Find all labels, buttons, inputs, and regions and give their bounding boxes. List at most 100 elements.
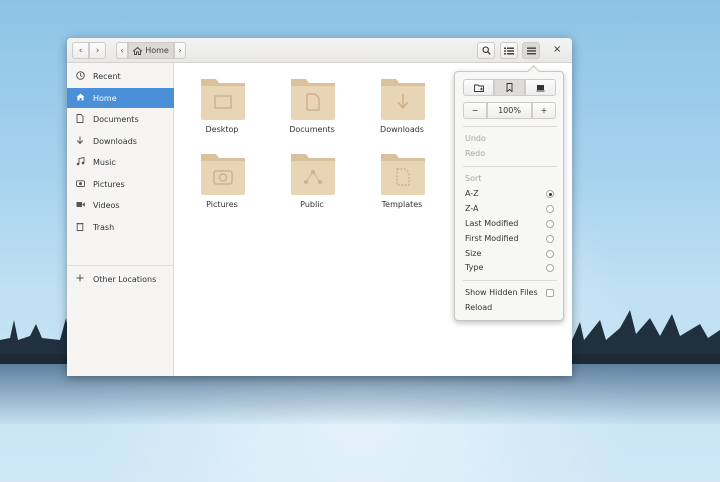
new-folder-icon [473,84,484,92]
path-scroll-left-button[interactable]: ‹ [116,42,128,59]
undo-item[interactable]: Undo [465,134,555,143]
folder-label: Desktop [205,125,239,134]
sort-z-a-radio[interactable] [546,205,554,213]
folder-label: Templates [381,200,423,209]
new-folder-button[interactable] [463,79,494,96]
template-emblem-icon [381,154,425,195]
zoom-in-button[interactable]: + [532,102,556,119]
view-options-popover: − 100% + Undo Redo Sort A-Z Z-A Last Mod… [454,71,564,321]
sidebar-item-recent[interactable]: Recent [67,66,174,86]
sidebar-separator [67,265,174,266]
hamburger-menu-icon [526,47,536,54]
menu-separator [463,166,557,167]
properties-icon [536,84,545,91]
share-emblem-icon [291,154,335,195]
folder-label: Pictures [206,200,238,209]
sidebar: Recent Home Documents Downloads Music Pi… [67,63,174,376]
sidebar-item-music[interactable]: Music [67,152,174,172]
sort-heading: Sort [465,174,482,183]
folder-item[interactable]: Desktop [187,75,257,137]
sidebar-item-downloads[interactable]: Downloads [67,131,174,151]
sort-a-z-radio[interactable] [546,190,554,198]
show-hidden-files-item[interactable]: Show Hidden Files [465,288,555,297]
sidebar-item-label: Pictures [93,179,125,189]
sidebar-item-label: Documents [93,114,139,124]
menu-separator [463,280,557,281]
sort-last-modified-radio[interactable] [546,220,554,228]
chevron-right-icon: › [178,46,182,55]
path-home-label: Home [145,46,169,55]
home-icon [133,46,143,55]
trash-icon [74,222,86,233]
path-bar: ‹ Home › [116,42,186,59]
close-button[interactable]: × [553,44,561,55]
header-bar: ‹ › ‹ Home › × [67,38,572,63]
sort-size-radio[interactable] [546,250,554,258]
camera-emblem-icon [201,154,245,195]
close-icon: × [553,44,562,55]
download-icon [74,136,86,147]
folder-label: Downloads [380,125,424,134]
back-icon: ‹ [78,45,83,56]
camera-icon [74,179,86,189]
back-button[interactable]: ‹ [72,42,89,59]
document-icon [74,113,86,125]
sidebar-item-label: Recent [93,71,121,81]
music-icon [74,156,86,168]
new-items-row [463,79,556,96]
zoom-row: − 100% + [463,102,556,119]
folder-label: Public [300,200,324,209]
home-icon [74,93,86,103]
zoom-out-button[interactable]: − [463,102,487,119]
list-view-icon [504,47,514,54]
sort-option-a-z[interactable]: A-Z [465,189,555,198]
redo-item[interactable]: Redo [465,149,555,158]
view-toggle-button[interactable] [500,42,518,59]
sidebar-item-documents[interactable]: Documents [67,109,174,129]
folder-item[interactable]: Documents [277,75,347,137]
zoom-reset-button[interactable]: 100% [487,102,532,119]
sort-option-z-a[interactable]: Z-A [465,204,555,213]
sidebar-item-label: Home [93,93,117,103]
reload-item[interactable]: Reload [465,303,555,312]
sidebar-item-trash[interactable]: Trash [67,217,174,237]
chevron-left-icon: ‹ [120,46,124,55]
folder-item[interactable]: Downloads [367,75,437,137]
sidebar-item-videos[interactable]: Videos [67,195,174,215]
forward-icon: › [95,45,100,56]
clock-icon [74,70,86,82]
search-icon [481,46,491,55]
folder-item[interactable]: Public [277,150,347,212]
menu-button[interactable] [522,42,540,59]
zoom-in-icon: + [540,106,548,115]
sidebar-item-label: Videos [93,200,120,210]
path-scroll-right-button[interactable]: › [174,42,186,59]
zoom-out-icon: − [471,106,479,115]
open-terminal-button[interactable] [525,79,556,96]
zoom-level: 100% [498,106,521,115]
sort-option-first-modified[interactable]: First Modified [465,234,555,243]
folder-item[interactable]: Templates [367,150,437,212]
video-icon [74,201,86,210]
sort-type-radio[interactable] [546,264,554,272]
folder-label: Documents [289,125,335,134]
sort-option-type[interactable]: Type [465,263,555,272]
show-hidden-files-checkbox[interactable] [546,289,554,297]
sidebar-item-label: Other Locations [93,274,157,284]
download-emblem-icon [381,79,425,120]
sort-option-last-modified[interactable]: Last Modified [465,219,555,228]
sidebar-item-label: Trash [93,222,115,232]
sidebar-item-pictures[interactable]: Pictures [67,174,174,194]
sort-option-size[interactable]: Size [465,249,555,258]
sort-first-modified-radio[interactable] [546,235,554,243]
bookmark-icon [506,83,513,92]
bookmark-button[interactable] [494,79,525,96]
sidebar-item-label: Music [93,157,116,167]
sidebar-item-other-locations[interactable]: Other Locations [67,269,174,289]
menu-separator [463,126,557,127]
sidebar-item-home[interactable]: Home [67,88,174,108]
folder-item[interactable]: Pictures [187,150,257,212]
forward-button[interactable]: › [89,42,106,59]
search-button[interactable] [477,42,495,59]
path-home-button[interactable]: Home [128,42,174,59]
